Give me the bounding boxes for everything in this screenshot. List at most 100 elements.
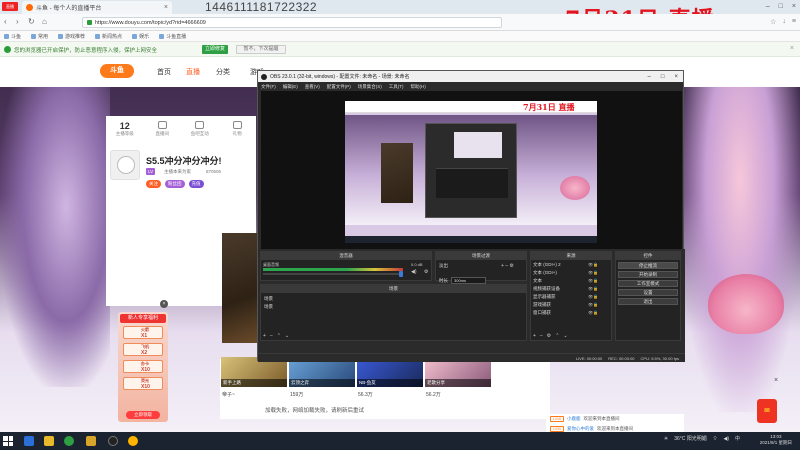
ime-icon[interactable]: 中 — [735, 435, 740, 442]
bookmark-item[interactable]: 斗鱼直播 — [159, 33, 186, 40]
refresh-icon[interactable]: ↻ — [28, 17, 35, 26]
stop-streaming-button[interactable]: 停止推流 — [618, 262, 678, 269]
bookmark-item[interactable]: 游戏推荐 — [58, 33, 85, 40]
visibility-icon[interactable]: 👁🔒 — [588, 262, 598, 268]
nav-home[interactable]: 首页 — [157, 67, 171, 77]
app-icon[interactable] — [86, 436, 96, 446]
start-recording-button[interactable]: 开始录制 — [618, 271, 678, 278]
avatar[interactable] — [110, 150, 140, 180]
douyu-logo[interactable]: 斗鱼 — [100, 64, 134, 78]
duration-input[interactable]: 300ms — [451, 277, 486, 284]
add-transition-icon[interactable]: + – ⚙ — [501, 263, 514, 269]
weather-text[interactable]: 36°C 阳光明媚 — [674, 435, 707, 442]
minimize-icon[interactable]: – — [648, 74, 651, 80]
clock[interactable]: 13:03 2021/8/1 星期日 — [760, 434, 792, 446]
visibility-icon[interactable]: 👁🔒 — [588, 302, 598, 308]
browser-360-icon[interactable] — [64, 436, 74, 446]
promo-close-icon[interactable]: × — [160, 300, 168, 308]
menu-tools[interactable]: 工具(T) — [389, 84, 404, 90]
anchor-name[interactable]: 主播本来为家 — [164, 169, 191, 175]
menu-file[interactable]: 文件(F) — [261, 84, 276, 90]
move-down-icon[interactable]: ⌄ — [563, 333, 567, 339]
minimize-icon[interactable]: – — [766, 3, 770, 10]
stat-room[interactable]: 直播间 — [144, 116, 182, 144]
menu-edit[interactable]: 编辑(E) — [283, 84, 298, 90]
remove-scene-icon[interactable]: – — [270, 333, 273, 339]
volume-icon[interactable]: ◀) — [723, 436, 729, 442]
slider-knob[interactable] — [399, 271, 403, 277]
close-window-icon[interactable]: × — [674, 74, 678, 80]
claim-button[interactable]: 立即领取 — [126, 411, 160, 419]
chrome-icon[interactable] — [128, 436, 138, 446]
menu-profile[interactable]: 配置文件(P) — [327, 84, 351, 90]
close-window-icon[interactable]: × — [792, 3, 796, 10]
start-icon[interactable] — [3, 436, 13, 446]
bookmark-item[interactable]: 新闻热点 — [95, 33, 122, 40]
move-up-icon[interactable]: ⌃ — [277, 333, 281, 339]
home-icon[interactable]: ⌂ — [42, 17, 47, 26]
studio-mode-button[interactable]: 工作室模式 — [618, 280, 678, 287]
fix-now-button[interactable]: 立即修复 — [202, 45, 228, 54]
nav-live[interactable]: 直播 — [186, 67, 200, 77]
browser-tab[interactable]: 斗鱼 - 每个人的直播平台 × — [22, 1, 172, 14]
source-settings-icon[interactable]: ⚙ — [547, 333, 551, 339]
add-source-icon[interactable]: + — [533, 333, 536, 339]
visibility-icon[interactable]: 👁🔒 — [588, 294, 598, 300]
close-warning-icon[interactable]: × — [790, 45, 794, 52]
transition-select[interactable]: 淡出 — [439, 263, 448, 269]
red-envelope-icon[interactable]: 88 — [757, 399, 777, 423]
menu-scene-collection[interactable]: 场景集合(S) — [358, 84, 382, 90]
download-icon[interactable]: ↓ — [782, 18, 786, 26]
url-input[interactable]: https://www.douyu.com/topic/yd?rid=46666… — [82, 17, 502, 28]
back-icon[interactable]: ‹ — [4, 17, 7, 26]
source-item[interactable]: 文本 (GDI+) 2 👁🔒 — [533, 262, 598, 268]
source-item[interactable]: 文本 (GDI+) 👁🔒 — [533, 270, 598, 276]
folder-icon[interactable] — [44, 436, 54, 446]
stat-level[interactable]: 12 主播等级 — [106, 116, 144, 144]
scene-item[interactable]: 场景 — [264, 304, 273, 310]
tab-title: 斗鱼 - 每个人的直播平台 — [36, 6, 102, 12]
move-up-icon[interactable]: ⌃ — [555, 333, 559, 339]
video-player[interactable] — [222, 233, 258, 343]
decoration-close-icon[interactable]: × — [774, 377, 778, 384]
menu-icon[interactable]: ≡ — [792, 18, 796, 26]
follow-button[interactable]: 关注 — [146, 180, 161, 188]
source-item[interactable]: 文本 👁🔒 — [533, 278, 598, 284]
maximize-icon[interactable]: □ — [661, 74, 665, 80]
obs-taskbar-icon[interactable] — [108, 436, 118, 446]
bookmark-item[interactable]: 常用 — [31, 33, 48, 40]
close-tab-icon[interactable]: × — [164, 4, 168, 11]
bookmark-item[interactable]: 娱乐 — [132, 33, 149, 40]
source-item[interactable]: 窗口捕获 👁🔒 — [533, 310, 598, 316]
exit-button[interactable]: 退出 — [618, 298, 678, 305]
remind-later-button[interactable]: 暂不，下次提醒 — [236, 45, 286, 54]
maximize-icon[interactable]: □ — [779, 3, 783, 10]
network-icon[interactable]: ⌔ — [713, 436, 718, 442]
fanclub-button[interactable]: 粉丝团 — [165, 180, 185, 188]
remove-source-icon[interactable]: – — [540, 333, 543, 339]
nav-category[interactable]: 分类 — [216, 67, 230, 77]
menu-help[interactable]: 帮助(H) — [411, 84, 426, 90]
stat-fishbar[interactable]: 鱼吧互动 — [181, 116, 219, 144]
volume-slider[interactable] — [263, 271, 403, 277]
menu-view[interactable]: 查看(V) — [305, 84, 320, 90]
forward-icon[interactable]: › — [16, 17, 19, 26]
add-scene-icon[interactable]: + — [263, 333, 266, 339]
edge-icon[interactable] — [24, 436, 34, 446]
visibility-icon[interactable]: 👁🔒 — [588, 286, 598, 292]
settings-button[interactable]: 设置 — [618, 289, 678, 296]
source-item[interactable]: 视频捕获设备 👁🔒 — [533, 286, 598, 292]
bookmark-item[interactable]: 斗鱼 — [4, 33, 21, 40]
scene-item[interactable]: 场景 — [264, 296, 273, 302]
source-item[interactable]: 显示器捕获 👁🔒 — [533, 294, 598, 300]
visibility-icon[interactable]: 👁🔒 — [588, 270, 598, 276]
star-icon[interactable]: ☆ — [770, 18, 776, 26]
source-item[interactable]: 游戏捕获 👁🔒 — [533, 302, 598, 308]
gear-icon[interactable]: ⚙ — [424, 269, 428, 275]
stat-gift[interactable]: 礼物 — [219, 116, 257, 144]
move-down-icon[interactable]: ⌄ — [285, 333, 289, 339]
visibility-icon[interactable]: 👁🔒 — [588, 278, 598, 284]
speaker-icon[interactable]: ◀) — [411, 269, 417, 275]
visibility-icon[interactable]: 👁🔒 — [588, 310, 598, 316]
recharge-button[interactable]: 充值 — [188, 180, 204, 188]
